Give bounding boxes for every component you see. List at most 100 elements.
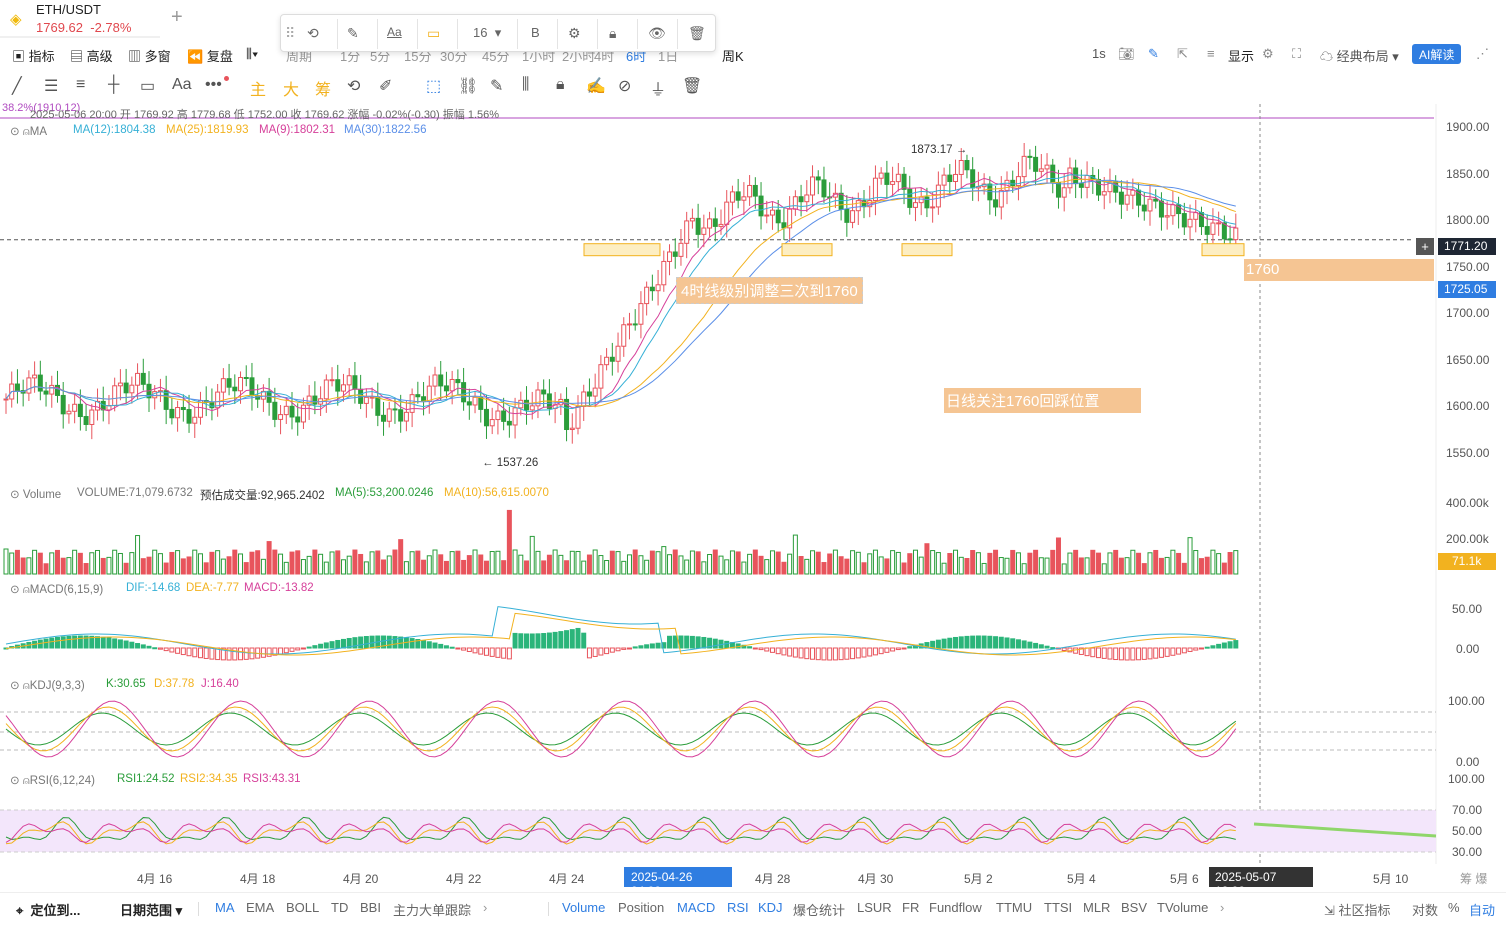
macd-bar xyxy=(146,645,152,649)
main-ind-bigorder[interactable]: 主力大单跟踪 xyxy=(393,900,471,919)
display-button[interactable]: 显示 xyxy=(1228,46,1254,65)
replay-button[interactable]: ⏪ 复盘 xyxy=(187,46,233,65)
volume-bar xyxy=(501,560,507,575)
brush-icon[interactable]: ✐ xyxy=(379,76,392,96)
trash-icon[interactable]: 🗑︎ xyxy=(682,76,702,96)
main-ind-td[interactable]: TD xyxy=(331,900,348,915)
sub-ind-bsv[interactable]: BSV xyxy=(1121,900,1147,915)
chevron-right-icon[interactable]: › xyxy=(483,900,487,915)
macd-bar xyxy=(66,635,72,649)
sub-ind-lsur[interactable]: LSUR xyxy=(857,900,892,915)
magnet-icon[interactable]: ⟲ xyxy=(347,76,360,96)
list-icon[interactable]: ≡ xyxy=(1207,46,1215,61)
sub-ind-ttmu[interactable]: TTMU xyxy=(996,900,1032,915)
note-daily[interactable]: 日线关注1760回踩位置 xyxy=(944,388,1141,413)
community-indicators-button[interactable]: ⇲ 社区指标 xyxy=(1324,900,1391,919)
sub-ind-liquidation[interactable]: 爆仓统计 xyxy=(793,900,845,919)
bold-button[interactable]: B xyxy=(531,25,540,40)
symbol-tab[interactable]: ◈ ETH/USDT 1769.62 -2.78% xyxy=(0,0,160,38)
rsi-band xyxy=(0,810,1436,852)
interval-label[interactable]: 1s xyxy=(1092,46,1106,61)
channel-icon[interactable]: ≡ xyxy=(76,76,85,94)
goto-button[interactable]: ⌖ 定位到... xyxy=(16,900,80,919)
add-tab-icon[interactable]: + xyxy=(171,6,183,29)
log-scale-toggle[interactable]: 对数 xyxy=(1412,900,1438,919)
note-4h[interactable]: 4时线级别调整三次到1760 xyxy=(676,277,863,304)
link-icon[interactable]: ⛓ xyxy=(458,76,478,96)
edit-icon[interactable]: ✍ xyxy=(586,76,606,96)
share-icon[interactable]: ⇱ xyxy=(1177,46,1188,62)
sub-ind-fundflow[interactable]: Fundflow xyxy=(929,900,982,915)
indicators-button[interactable]: ▣ 指标 xyxy=(12,46,55,65)
text-color-button[interactable]: Aa xyxy=(387,25,402,39)
style-icon[interactable]: ⟲ xyxy=(307,25,319,42)
period-1w[interactable]: 周K xyxy=(722,46,744,65)
date-range-button[interactable]: 日期范围 ▾ xyxy=(120,900,182,919)
sub-ind-mlr[interactable]: MLR xyxy=(1083,900,1110,915)
settings-icon[interactable]: ⚙ xyxy=(568,25,581,42)
big-order-button[interactable]: 大 xyxy=(283,76,299,100)
level-1760-box[interactable]: 1760 xyxy=(1244,259,1434,281)
percent-scale-toggle[interactable]: % xyxy=(1448,900,1460,915)
kline-canvas[interactable] xyxy=(0,104,1506,864)
chip-button[interactable]: 筹 xyxy=(315,76,331,100)
auto-scale-toggle[interactable]: 自动 xyxy=(1469,900,1495,919)
volume-bar xyxy=(323,561,329,575)
drag-handle-icon[interactable]: ⠿ xyxy=(285,25,295,42)
ai-button[interactable]: AI解读 xyxy=(1412,44,1462,64)
fullscreen-icon[interactable]: ⛶ xyxy=(1292,46,1301,62)
advanced-button[interactable]: ▤ 高级 xyxy=(70,46,113,65)
main-ind-bbi[interactable]: BBI xyxy=(360,900,381,915)
sub-ind-tvolume[interactable]: TVolume xyxy=(1157,900,1208,915)
macd-bar xyxy=(850,647,856,660)
volume-bar xyxy=(495,550,501,575)
more-tools-icon[interactable]: ••• xyxy=(205,76,222,94)
volume-bar xyxy=(981,562,987,575)
text-tool[interactable]: Aa xyxy=(172,76,192,94)
fill-color-icon[interactable]: ▭ xyxy=(427,25,440,42)
select-icon[interactable]: ⬚ xyxy=(426,76,441,96)
main-force-button[interactable]: 主 xyxy=(250,76,266,100)
add-alert-icon[interactable]: + xyxy=(1416,238,1434,255)
ma9-value: MA(9):1802.31 xyxy=(259,124,336,136)
delete-icon[interactable]: 🗑︎ xyxy=(688,25,706,42)
edit-text-icon[interactable]: ✎ xyxy=(347,25,359,42)
chevron-right-icon[interactable]: › xyxy=(1220,900,1224,915)
chart-area[interactable]: 38.2%(1910.12) 2025-05-06 20:00 开 1769.9… xyxy=(0,102,1506,898)
horizontal-line-icon[interactable]: ┼ xyxy=(108,76,119,94)
candle-body xyxy=(615,345,621,362)
visibility-icon[interactable]: 👁︎ xyxy=(648,25,666,42)
font-size-select[interactable]: 16 ▾ xyxy=(473,25,501,41)
layout-button[interactable]: ☁ 经典布局 ▾ xyxy=(1320,46,1399,65)
share-alt-icon[interactable]: ⋰ xyxy=(1476,46,1489,62)
filter-icon[interactable]: ⏚ xyxy=(650,76,666,100)
kline-icon[interactable]: ⫼ xyxy=(522,76,529,94)
sub-ind-kdj[interactable]: KDJ xyxy=(758,900,783,915)
lock-icon[interactable]: 🔒︎ xyxy=(556,76,565,94)
sub-ind-fr[interactable]: FR xyxy=(902,900,919,915)
main-ind-ema[interactable]: EMA xyxy=(246,900,274,915)
main-ind-boll[interactable]: BOLL xyxy=(286,900,319,915)
tag-icon[interactable]: ⊘ xyxy=(618,76,631,96)
macd-bar xyxy=(426,641,432,649)
sub-ind-volume[interactable]: Volume xyxy=(562,900,605,915)
line-tool-icon[interactable]: ╱ xyxy=(12,76,22,96)
chart-type-icon[interactable]: ⫼▾ xyxy=(246,46,258,62)
time-tick: 5月 2 xyxy=(964,872,993,886)
chip-burst-toggle[interactable]: 筹 爆 xyxy=(1460,870,1487,887)
eraser-icon[interactable]: ✎ xyxy=(490,76,503,96)
pen-icon[interactable]: ✎ xyxy=(1148,46,1159,62)
parallel-lines-icon[interactable]: ☰ xyxy=(44,76,58,96)
settings-icon[interactable]: ⚙ xyxy=(1262,46,1274,62)
sub-ind-rsi[interactable]: RSI xyxy=(727,900,749,915)
lock-icon[interactable]: 🔒︎ xyxy=(609,25,616,42)
camera-icon[interactable]: 📷︎ xyxy=(1118,46,1135,62)
rectangle-icon[interactable]: ▭ xyxy=(140,76,155,96)
volume-bar xyxy=(701,561,707,575)
volume-bar xyxy=(970,549,976,575)
main-ind-ma[interactable]: MA xyxy=(215,900,235,915)
sub-ind-macd[interactable]: MACD xyxy=(677,900,715,915)
sub-ind-position[interactable]: Position xyxy=(618,900,664,915)
multi-window-button[interactable]: ▥ 多窗 xyxy=(128,46,171,65)
sub-ind-ttsi[interactable]: TTSI xyxy=(1044,900,1072,915)
